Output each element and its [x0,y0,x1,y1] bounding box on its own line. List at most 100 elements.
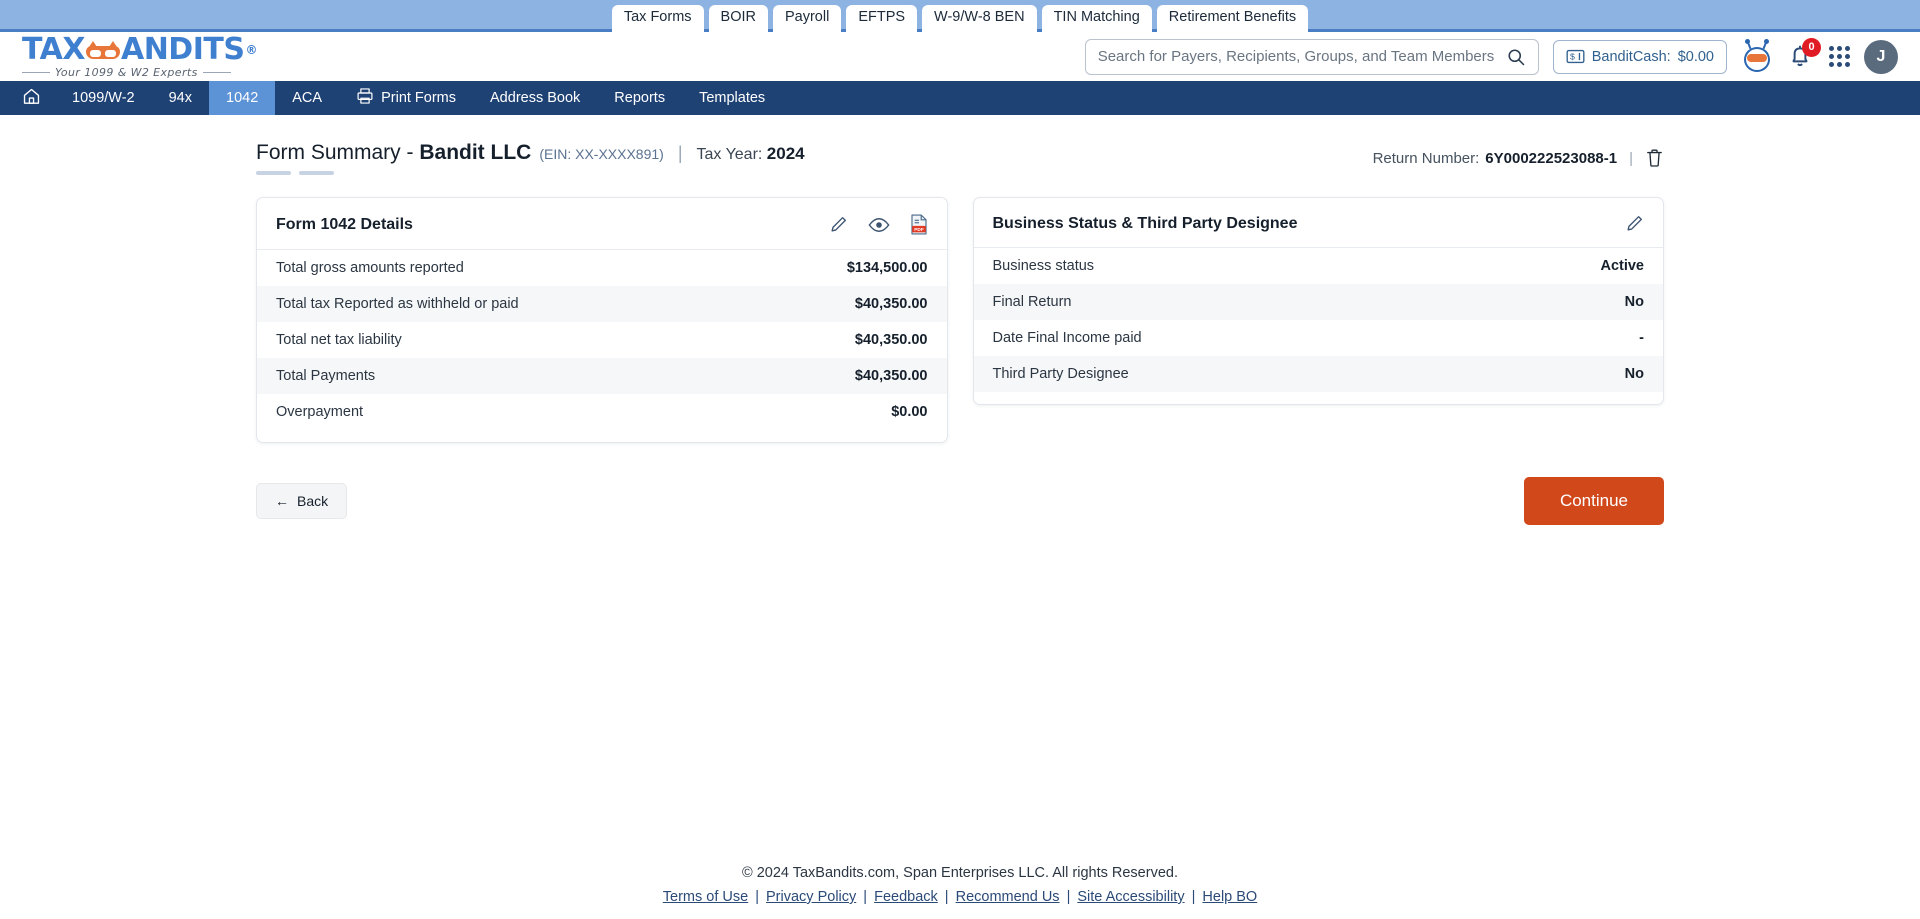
footer-copyright: © 2024 TaxBandits.com, Span Enterprises … [742,865,1178,881]
logo-wordmark: TAX ANDITS ® [22,35,257,65]
back-button[interactable]: ← Back [256,483,348,519]
summary-row: Total Payments $40,350.00 [257,358,947,394]
taxbandits-logo[interactable]: TAX ANDITS ® Your 1099 & W2 Experts [22,35,257,78]
nav-item-label: 1042 [226,90,259,106]
left-card-rows: Total gross amounts reported $134,500.00 T… [257,250,947,442]
summary-row-value: - [1639,330,1644,346]
title-divider: | [677,143,683,163]
footer-link-separator: | [1187,889,1200,905]
edit-icon[interactable] [829,215,848,234]
avatar[interactable]: J [1864,39,1898,74]
nav-item-label: ACA [292,90,323,106]
nav-item-home[interactable] [8,81,55,115]
product-tab-tax-forms[interactable]: Tax Forms [611,5,704,32]
summary-row-value: No [1624,366,1644,382]
business-status-card: Business Status & Third Party Designee B… [972,197,1664,405]
nav-item-94x[interactable]: 94x [152,81,209,115]
form-action-buttons: ← Back Continue [256,477,1664,535]
footer-link-separator: | [859,889,872,905]
wallet-icon: $ [1566,49,1585,64]
apps-grid-icon[interactable] [1829,46,1850,67]
view-icon[interactable] [867,216,890,234]
bandit-mask-icon [85,40,120,59]
search-icon[interactable] [1506,47,1526,67]
page-title-ein: (EIN: XX-XXXX891) [539,146,664,162]
pdf-icon[interactable]: PDF [910,214,928,235]
global-search[interactable] [1084,38,1539,75]
footer-link-separator: | [1062,889,1075,905]
footer-link-help-bo[interactable]: Help BO [1202,889,1257,905]
nav-item-reports[interactable]: Reports [597,81,682,115]
page-content: Form Summary - Bandit LLC (EIN: XX-XXXX89… [0,115,1920,535]
form-1042-details-card: Form 1042 Details PDF Total gross amount… [256,197,948,443]
tax-year: Tax Year: 2024 [696,144,805,163]
svg-text:$: $ [1570,52,1575,62]
product-tab-payroll[interactable]: Payroll [772,5,842,32]
summary-row: Date Final Income paid - [974,320,1664,356]
edit-icon[interactable] [1625,214,1644,233]
summary-row: Total net tax liability $40,350.00 [257,322,947,358]
assistant-bot-icon[interactable] [1741,38,1773,73]
printer-icon [356,87,374,109]
footer-links: Terms of Use | Privacy Policy | Feedback… [0,889,1920,905]
page-footer: © 2024 TaxBandits.com, Span Enterprises … [0,865,1920,905]
bandit-cash-button[interactable]: $ BanditCash: $0.00 [1552,39,1727,74]
product-tab-eftps[interactable]: EFTPS [846,5,918,32]
footer-link-terms-of-use[interactable]: Terms of Use [663,889,748,905]
summary-row-value: No [1624,294,1644,310]
nav-item-label: Address Book [490,90,581,106]
return-number-block: Return Number: 6Y000222523088-1 | [1373,148,1664,168]
nav-item-1042[interactable]: 1042 [209,81,276,115]
nav-item-1099-w-2[interactable]: 1099/W-2 [55,81,152,115]
product-tab-retirement-benefits[interactable]: Retirement Benefits [1156,5,1309,32]
footer-link-feedback[interactable]: Feedback [874,889,938,905]
summary-row-value: $40,350.00 [854,368,928,384]
summary-row: Third Party Designee No [973,356,1663,392]
nav-item-aca[interactable]: ACA [275,81,339,115]
progress-steps [256,171,805,175]
tagline-rule-right [202,72,231,73]
return-number-value: 6Y000222523088-1 [1485,149,1618,167]
summary-row: Total gross amounts reported $134,500.00 [257,250,947,286]
tax-year-label: Tax Year: [696,146,763,163]
summary-row: Business status Active [974,248,1664,284]
summary-row-label: Overpayment [276,404,364,420]
product-tab-tin-matching[interactable]: TIN Matching [1041,5,1152,32]
tagline-rule-left [22,72,50,73]
footer-link-site-accessibility[interactable]: Site Accessibility [1077,889,1184,905]
svg-text:PDF: PDF [914,227,924,233]
logo-text-second: ANDITS [120,32,245,67]
right-card-title: Business Status & Third Party Designee [992,214,1298,232]
notification-badge: 0 [1802,37,1821,57]
logo-text-first: TAX [22,32,85,67]
delete-return-icon[interactable] [1645,148,1664,168]
summary-row-label: Business status [992,258,1095,274]
nav-item-print-forms[interactable]: Print Forms [339,81,473,115]
product-tab-w-9-w-8-ben[interactable]: W-9/W-8 BEN [922,5,1037,32]
right-card-rows: Business status Active Final Return No Date … [973,248,1664,404]
summary-row-value: $40,350.00 [854,296,928,312]
summary-row-label: Total net tax liability [276,332,402,348]
summary-row-value: $0.00 [891,404,928,420]
continue-button[interactable]: Continue [1523,477,1664,525]
nav-item-address-book[interactable]: Address Book [473,81,597,115]
registered-mark: ® [245,43,257,57]
summary-cards: Form 1042 Details PDF Total gross amount… [256,197,1664,443]
main-navigation: 1099/W-2 94x 1042 ACA Print Forms Address Boo… [0,81,1920,115]
summary-row-value: $134,500.00 [846,260,928,276]
tax-year-value: 2024 [766,144,805,163]
nav-item-templates[interactable]: Templates [682,81,782,115]
right-card-header: Business Status & Third Party Designee [973,198,1663,248]
notifications-button[interactable]: 0 [1787,37,1821,72]
footer-link-recommend-us[interactable]: Recommend Us [956,889,1060,905]
summary-row-value: Active [1600,258,1644,274]
left-card-header: Form 1042 Details PDF [257,198,947,250]
page-title-company: Bandit LLC [419,141,532,164]
page-title-prefix: Form Summary - [256,141,420,164]
summary-row-label: Third Party Designee [992,366,1129,382]
search-input[interactable] [1097,48,1506,65]
product-tab-boir[interactable]: BOIR [708,5,768,32]
summary-row: Overpayment $0.00 [257,394,947,430]
progress-step-2 [299,171,334,175]
footer-link-privacy-policy[interactable]: Privacy Policy [766,889,856,905]
